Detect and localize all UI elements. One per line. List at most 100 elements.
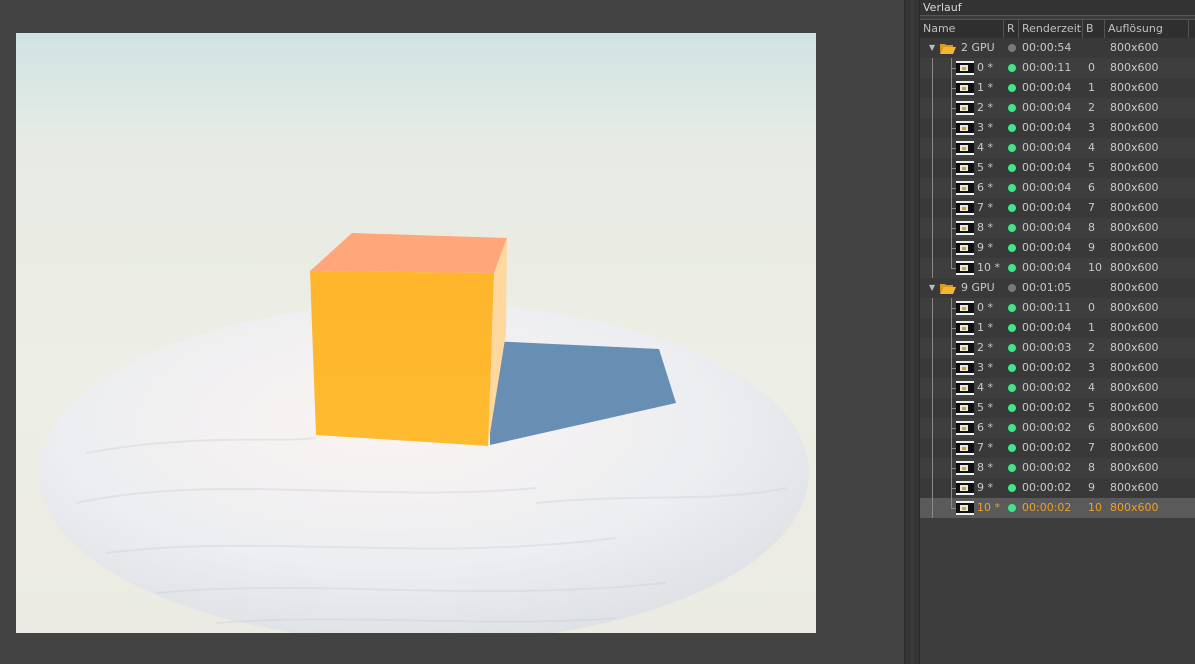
history-item-row[interactable]: 1 * 00:00:04 1 800x600	[920, 78, 1195, 98]
image-thumbnail-icon[interactable]	[956, 301, 974, 315]
image-thumbnail-icon[interactable]	[956, 121, 974, 135]
column-name[interactable]: Name	[920, 20, 1004, 38]
history-item-row[interactable]: 3 * 00:00:04 3 800x600	[920, 118, 1195, 138]
history-item-row[interactable]: 3 * 00:00:02 3 800x600	[920, 358, 1195, 378]
image-thumbnail-icon[interactable]	[956, 201, 974, 215]
column-r[interactable]: R	[1004, 20, 1019, 38]
history-item-row[interactable]: 9 * 00:00:02 9 800x600	[920, 478, 1195, 498]
image-thumbnail-icon[interactable]	[956, 441, 974, 455]
image-thumbnail-icon[interactable]	[956, 101, 974, 115]
panel-title: Verlauf	[920, 0, 1195, 16]
item-name: 5 *	[977, 161, 993, 174]
resolution: 800x600	[1110, 501, 1159, 514]
status-dot-icon	[1008, 464, 1016, 472]
image-thumbnail-icon[interactable]	[956, 461, 974, 475]
history-item-row[interactable]: 10 * 00:00:04 10 800x600	[920, 258, 1195, 278]
tree-line	[932, 158, 933, 178]
render-time: 00:00:04	[1022, 261, 1072, 274]
column-b[interactable]: B	[1083, 20, 1105, 38]
rendered-image[interactable]	[16, 33, 816, 633]
tree-line	[932, 458, 933, 478]
splitter-grip[interactable]	[911, 0, 914, 664]
render-time: 00:00:02	[1022, 381, 1072, 394]
column-aufloesung[interactable]: Auflösung	[1105, 20, 1189, 38]
tree-line	[932, 198, 933, 218]
item-name: 9 *	[977, 241, 993, 254]
tree-line	[932, 258, 933, 278]
frame-number: 9	[1088, 481, 1095, 494]
image-thumbnail-icon[interactable]	[956, 241, 974, 255]
history-item-row[interactable]: 6 * 00:00:04 6 800x600	[920, 178, 1195, 198]
group-row[interactable]: ▼ 9 GPU 00:01:05 800x600	[920, 278, 1195, 298]
image-thumbnail-icon[interactable]	[956, 141, 974, 155]
history-item-row[interactable]: 6 * 00:00:02 6 800x600	[920, 418, 1195, 438]
resolution: 800x600	[1110, 141, 1159, 154]
tree-line	[932, 78, 933, 98]
frame-number: 3	[1088, 361, 1095, 374]
panel-splitter[interactable]	[904, 0, 920, 664]
render-time: 00:00:11	[1022, 61, 1072, 74]
history-item-row[interactable]: 9 * 00:00:04 9 800x600	[920, 238, 1195, 258]
image-thumbnail-icon[interactable]	[956, 61, 974, 75]
expand-triangle-icon[interactable]: ▼	[929, 38, 935, 58]
image-thumbnail-icon[interactable]	[956, 481, 974, 495]
item-name: 7 *	[977, 441, 993, 454]
column-renderzeit[interactable]: Renderzeit	[1019, 20, 1083, 38]
history-item-row[interactable]: 5 * 00:00:04 5 800x600	[920, 158, 1195, 178]
render-time: 00:00:04	[1022, 101, 1072, 114]
expand-triangle-icon[interactable]: ▼	[929, 278, 935, 298]
image-thumbnail-icon[interactable]	[956, 321, 974, 335]
history-item-row[interactable]: 2 * 00:00:04 2 800x600	[920, 98, 1195, 118]
image-thumbnail-icon[interactable]	[956, 501, 974, 515]
resolution: 800x600	[1110, 281, 1159, 294]
status-dot-icon	[1008, 324, 1016, 332]
resolution: 800x600	[1110, 461, 1159, 474]
image-thumbnail-icon[interactable]	[956, 161, 974, 175]
status-dot-icon	[1008, 304, 1016, 312]
history-item-row[interactable]: 4 * 00:00:02 4 800x600	[920, 378, 1195, 398]
item-name: 0 *	[977, 301, 993, 314]
render-time: 00:00:04	[1022, 201, 1072, 214]
image-thumbnail-icon[interactable]	[956, 341, 974, 355]
tree-line	[932, 298, 933, 318]
history-item-row[interactable]: 5 * 00:00:02 5 800x600	[920, 398, 1195, 418]
tree-line	[932, 478, 933, 498]
render-scene	[39, 233, 809, 633]
image-thumbnail-icon[interactable]	[956, 181, 974, 195]
history-item-row[interactable]: 7 * 00:00:02 7 800x600	[920, 438, 1195, 458]
status-dot-icon	[1008, 504, 1016, 512]
image-thumbnail-icon[interactable]	[956, 381, 974, 395]
render-time: 00:00:02	[1022, 421, 1072, 434]
item-name: 5 *	[977, 401, 993, 414]
history-item-row[interactable]: 2 * 00:00:03 2 800x600	[920, 338, 1195, 358]
frame-number: 5	[1088, 401, 1095, 414]
history-item-row[interactable]: 1 * 00:00:04 1 800x600	[920, 318, 1195, 338]
history-item-row[interactable]: 10 * 00:00:02 10 800x600	[920, 498, 1195, 518]
history-item-row[interactable]: 7 * 00:00:04 7 800x600	[920, 198, 1195, 218]
history-item-row[interactable]: 8 * 00:00:02 8 800x600	[920, 458, 1195, 478]
history-item-row[interactable]: 8 * 00:00:04 8 800x600	[920, 218, 1195, 238]
frame-number: 2	[1088, 101, 1095, 114]
history-item-row[interactable]: 0 * 00:00:11 0 800x600	[920, 298, 1195, 318]
render-time: 00:00:11	[1022, 301, 1072, 314]
image-thumbnail-icon[interactable]	[956, 401, 974, 415]
history-item-row[interactable]: 4 * 00:00:04 4 800x600	[920, 138, 1195, 158]
frame-number: 5	[1088, 161, 1095, 174]
image-thumbnail-icon[interactable]	[956, 221, 974, 235]
image-thumbnail-icon[interactable]	[956, 261, 974, 275]
resolution: 800x600	[1110, 361, 1159, 374]
image-thumbnail-icon[interactable]	[956, 361, 974, 375]
status-dot-icon	[1008, 344, 1016, 352]
image-thumbnail-icon[interactable]	[956, 421, 974, 435]
status-dot-icon	[1008, 484, 1016, 492]
image-thumbnail-icon[interactable]	[956, 81, 974, 95]
history-item-row[interactable]: 0 * 00:00:11 0 800x600	[920, 58, 1195, 78]
group-name: 2 GPU	[961, 41, 995, 54]
frame-number: 0	[1088, 61, 1095, 74]
empty-list-area	[920, 518, 1195, 664]
status-dot-icon	[1008, 204, 1016, 212]
status-dot-icon	[1008, 124, 1016, 132]
tree-line	[932, 58, 933, 78]
group-row[interactable]: ▼ 2 GPU 00:00:54 800x600	[920, 38, 1195, 58]
item-name: 4 *	[977, 381, 993, 394]
